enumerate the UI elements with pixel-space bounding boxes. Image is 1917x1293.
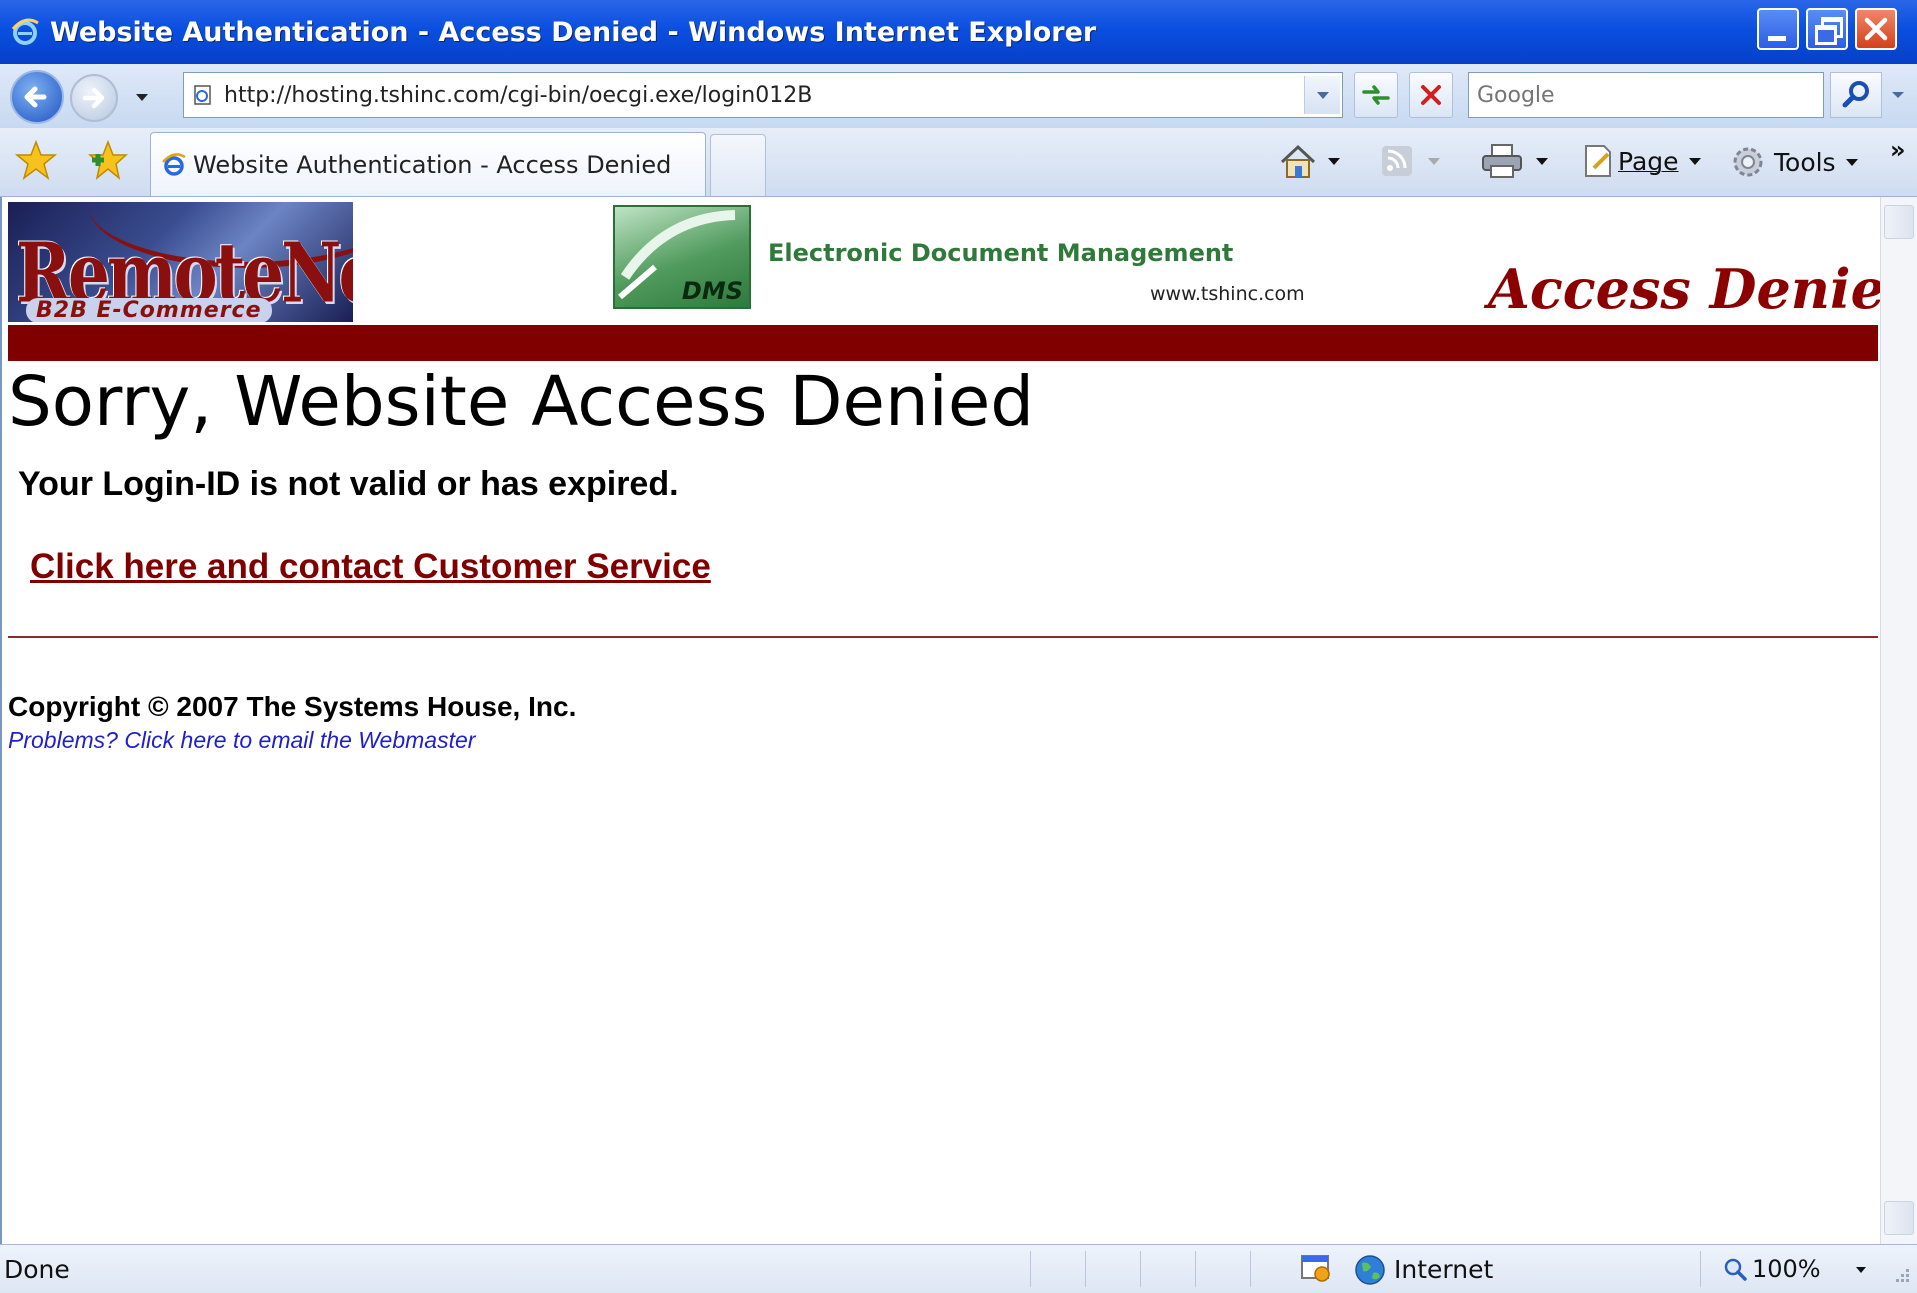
- dms-logo-text: DMS: [681, 277, 743, 305]
- address-bar[interactable]: http://hosting.tshinc.com/cgi-bin/oecgi.…: [183, 72, 1343, 118]
- chevron-down-icon: [1536, 157, 1548, 165]
- page-menu[interactable]: Page: [1578, 142, 1701, 180]
- add-favorite-icon[interactable]: [84, 138, 128, 182]
- email-webmaster-link[interactable]: Problems? Click here to email the Webmas…: [8, 727, 475, 754]
- horizontal-rule: [8, 636, 1878, 638]
- status-divider: [1195, 1251, 1196, 1287]
- refresh-icon: [1362, 85, 1390, 105]
- vertical-scrollbar[interactable]: [1880, 197, 1917, 1244]
- scroll-up-button[interactable]: [1884, 205, 1914, 239]
- refresh-button[interactable]: [1354, 72, 1398, 118]
- stop-button[interactable]: [1409, 72, 1453, 118]
- close-icon: [1864, 17, 1888, 41]
- recent-pages-dropdown[interactable]: [136, 94, 148, 101]
- chevron-down-icon: [1892, 92, 1904, 98]
- tab-website-authentication[interactable]: Website Authentication - Access Denied: [150, 132, 706, 196]
- dms-logo: DMS: [613, 205, 751, 309]
- minimize-button[interactable]: [1757, 8, 1799, 50]
- stop-icon: [1421, 85, 1441, 105]
- resize-grip-icon[interactable]: [1890, 1265, 1912, 1287]
- home-icon: [1280, 144, 1316, 178]
- window-title: Website Authentication - Access Denied -…: [50, 16, 1097, 48]
- search-input[interactable]: [1468, 72, 1824, 118]
- status-divider: [1250, 1251, 1251, 1287]
- page-heading: Sorry, Website Access Denied: [8, 362, 1035, 442]
- maximize-button[interactable]: [1806, 8, 1848, 50]
- access-denied-title: Access Denied: [1488, 257, 1880, 321]
- back-arrow-icon: [24, 86, 47, 108]
- gear-icon: [1733, 147, 1763, 177]
- ie-icon: [162, 152, 186, 176]
- remotenet-logo-subtitle: B2B E-Commerce: [26, 298, 272, 322]
- banner-divider-bar: [8, 325, 1878, 361]
- chevron-down-icon: [1845, 158, 1858, 166]
- star-icon[interactable]: [14, 138, 58, 182]
- status-divider: [1030, 1251, 1031, 1287]
- zoom-icon: [1724, 1258, 1747, 1281]
- scroll-down-button[interactable]: [1884, 1201, 1914, 1235]
- close-button[interactable]: [1855, 8, 1897, 50]
- chevron-down-icon: [1328, 157, 1340, 165]
- rss-feed-icon: [1382, 146, 1412, 176]
- home-button[interactable]: [1278, 142, 1340, 180]
- address-dropdown-button[interactable]: [1304, 76, 1340, 114]
- remotenet-logo: RemoteNet B2B E-Commerce: [8, 202, 353, 322]
- globe-icon: [1355, 1255, 1385, 1285]
- forward-button[interactable]: [70, 74, 118, 122]
- feeds-button[interactable]: [1378, 142, 1440, 180]
- page-icon: [194, 85, 211, 105]
- back-button[interactable]: [10, 70, 64, 124]
- zoom-dropdown[interactable]: [1856, 1267, 1866, 1273]
- zoom-level-button[interactable]: 100%: [1722, 1255, 1821, 1283]
- forward-arrow-icon: [82, 87, 105, 109]
- tools-menu[interactable]: Tools: [1728, 142, 1858, 182]
- more-commands-button[interactable]: »: [1890, 136, 1906, 164]
- page-icon: [1585, 145, 1611, 177]
- new-tab-button[interactable]: [710, 134, 766, 196]
- search-options-dropdown[interactable]: [1884, 74, 1912, 116]
- security-zone-label[interactable]: Internet: [1394, 1255, 1493, 1284]
- chevron-down-icon: [1428, 157, 1440, 165]
- contact-customer-service-link[interactable]: Click here and contact Customer Service: [18, 547, 711, 587]
- edm-url: www.tshinc.com: [1150, 283, 1305, 305]
- page-menu-label: Page: [1618, 146, 1679, 176]
- status-bar: Done Internet 100%: [0, 1244, 1917, 1293]
- address-url[interactable]: http://hosting.tshinc.com/cgi-bin/oecgi.…: [224, 83, 812, 108]
- ie-icon: [11, 18, 39, 45]
- tab-command-bar: Website Authentication - Access Denied P…: [0, 128, 1917, 197]
- status-divider: [1140, 1251, 1141, 1287]
- invalid-login-message: Your Login-ID is not valid or has expire…: [18, 465, 679, 503]
- window-title-bar[interactable]: Website Authentication - Access Denied -…: [0, 0, 1917, 64]
- navigation-bar: http://hosting.tshinc.com/cgi-bin/oecgi.…: [0, 64, 1917, 128]
- chevron-down-icon: [1688, 157, 1701, 165]
- print-button[interactable]: [1480, 142, 1548, 180]
- status-divider: [1085, 1251, 1086, 1287]
- zoom-level-text: 100%: [1752, 1255, 1821, 1283]
- magnifier-icon: [1842, 81, 1869, 108]
- search-button[interactable]: [1830, 72, 1882, 118]
- status-divider: [1700, 1251, 1701, 1287]
- edm-title: Electronic Document Management: [768, 239, 1234, 267]
- printer-icon: [1482, 144, 1522, 178]
- status-text: Done: [4, 1255, 70, 1284]
- page-viewport: RemoteNet B2B E-Commerce DMS Electronic …: [0, 197, 1880, 1244]
- tab-label: Website Authentication - Access Denied: [193, 150, 672, 179]
- copyright-notice: Copyright © 2007 The Systems House, Inc.: [8, 691, 577, 722]
- tools-menu-label: Tools: [1774, 147, 1836, 177]
- protected-mode-icon[interactable]: [1300, 1253, 1332, 1283]
